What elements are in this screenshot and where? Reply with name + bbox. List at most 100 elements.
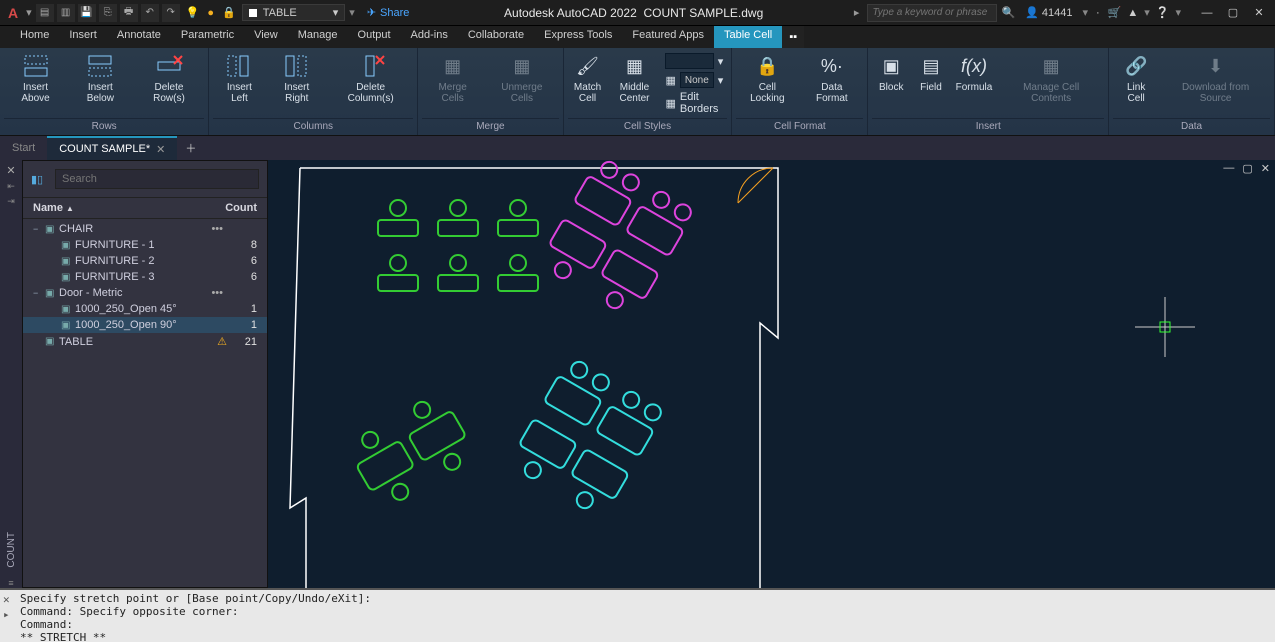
data-format-button[interactable]: %·Data Format [800, 50, 863, 106]
filter-icon[interactable]: ▮▯ [31, 173, 49, 186]
document-tabs: Start COUNT SAMPLE* ✕ ＋ [0, 136, 1275, 160]
cmd-close-icon[interactable]: ✕ [3, 593, 10, 606]
tab-insert[interactable]: Insert [59, 26, 107, 48]
tab-collaborate[interactable]: Collaborate [458, 26, 534, 48]
new-tab-button[interactable]: ＋ [177, 136, 204, 160]
cell-locking-button[interactable]: 🔒Cell Locking [736, 50, 798, 106]
qat-undo-icon[interactable]: ↶ [141, 4, 159, 22]
match-cell-icon: 🖌 [573, 52, 603, 80]
tree-row[interactable]: ▣1000_250_Open 90°1 [23, 317, 267, 333]
minimize-button[interactable]: — [1195, 4, 1219, 22]
share-button[interactable]: ✈ Share [359, 6, 418, 19]
ribbon-toggle-icon[interactable]: ▪▪ [782, 26, 804, 48]
link-icon: 🔗 [1121, 52, 1151, 80]
window-title: Autodesk AutoCAD 2022 COUNT SAMPLE.dwg [421, 6, 846, 20]
panel-data: 🔗Link Cell ⬇Download from Source Data [1109, 48, 1275, 135]
tree-row[interactable]: ▣FURNITURE - 18 [23, 237, 267, 253]
tree-row[interactable]: ▣1000_250_Open 45°1 [23, 301, 267, 317]
block-icon: ▣ [876, 52, 906, 80]
help-search-input[interactable] [867, 4, 997, 22]
bgcolor-dropdown[interactable]: ▾ [663, 52, 725, 70]
edit-borders-button[interactable]: ▦Edit Borders [663, 90, 725, 116]
insert-left-button[interactable]: Insert Left [213, 50, 265, 106]
canvas-close-icon[interactable]: ✕ [1258, 162, 1273, 175]
tab-document[interactable]: COUNT SAMPLE* ✕ [47, 136, 177, 160]
close-button[interactable]: ✕ [1247, 4, 1271, 22]
palette-close-icon[interactable]: ✕ [6, 164, 15, 177]
manage-icon: ▦ [1036, 52, 1066, 80]
search-icon[interactable]: 🔍 [1001, 6, 1015, 19]
delete-rows-button[interactable]: Delete Row(s) [134, 50, 205, 106]
count-palette: ▮▯ Name▲ Count −▣CHAIR•••▣FURNITURE - 18… [22, 160, 268, 588]
title-bar: A ▾ ▤ ▥ 💾 ⎘ 🖶 ↶ ↷ 💡 ● 🔒 TABLE ▾ ▾ ✈ Shar… [0, 0, 1275, 26]
tab-tablecell[interactable]: Table Cell [714, 26, 782, 48]
panel-merge: ▦Merge Cells ▦Unmerge Cells Merge [418, 48, 563, 135]
tab-view[interactable]: View [244, 26, 288, 48]
field-button[interactable]: ▤Field [912, 50, 950, 95]
layer-dropdown[interactable]: TABLE ▾ [242, 4, 346, 21]
palette-anchor-icon[interactable]: ⇤ [7, 181, 15, 192]
insert-right-button[interactable]: Insert Right [267, 50, 326, 106]
block-button[interactable]: ▣Block [872, 50, 910, 95]
cellstyle-dropdown[interactable]: ▦None▾ [663, 71, 725, 89]
help-icon[interactable]: ❔ [1156, 6, 1170, 19]
insert-above-button[interactable]: Insert Above [4, 50, 67, 106]
match-cell-button[interactable]: 🖌Match Cell [568, 50, 608, 106]
tree-row[interactable]: −▣Door - Metric••• [23, 285, 267, 301]
palette-anchor2-icon[interactable]: ⇥ [7, 196, 15, 207]
merge-icon: ▦ [438, 52, 468, 80]
maximize-button[interactable]: ▢ [1221, 4, 1245, 22]
lock-icon[interactable]: 🔒 [220, 6, 238, 19]
delete-cols-button[interactable]: Delete Column(s) [328, 50, 413, 106]
tree-row[interactable]: −▣CHAIR••• [23, 221, 267, 237]
tab-annotate[interactable]: Annotate [107, 26, 171, 48]
user-icon: 👤 [1025, 6, 1039, 19]
palette-menu-icon[interactable]: ≡ [8, 578, 13, 588]
tree-row[interactable]: ▣FURNITURE - 36 [23, 269, 267, 285]
link-cell-button[interactable]: 🔗Link Cell [1113, 50, 1159, 106]
field-icon: ▤ [916, 52, 946, 80]
drawing-canvas[interactable]: — ▢ ✕ [268, 160, 1275, 588]
unmerge-cells-button: ▦Unmerge Cells [485, 50, 559, 106]
qat-open-icon[interactable]: ▥ [57, 4, 75, 22]
palette-title[interactable]: COUNT [4, 526, 19, 574]
format-icon: %· [817, 52, 847, 80]
tab-output[interactable]: Output [348, 26, 401, 48]
palette-header[interactable]: Name▲ Count [23, 197, 267, 219]
formula-button[interactable]: f(x)Formula [952, 50, 996, 95]
tab-addins[interactable]: Add-ins [401, 26, 458, 48]
download-button: ⬇Download from Source [1161, 50, 1270, 106]
tab-home[interactable]: Home [10, 26, 59, 48]
insert-right-icon [282, 52, 312, 80]
qat-plot-icon[interactable]: 🖶 [120, 4, 138, 22]
search-input[interactable] [55, 169, 259, 189]
panel-cellformat: 🔒Cell Locking %·Data Format Cell Format [732, 48, 868, 135]
tab-express[interactable]: Express Tools [534, 26, 622, 48]
qat-redo-icon[interactable]: ↷ [162, 4, 180, 22]
tab-manage[interactable]: Manage [288, 26, 348, 48]
tree-row[interactable]: ▣TABLE⚠21 [23, 333, 267, 350]
user-account[interactable]: 👤 41441 [1021, 6, 1076, 19]
close-tab-icon[interactable]: ✕ [156, 143, 165, 156]
command-line[interactable]: ✕ ▸ Specify stretch point or [Base point… [0, 588, 1275, 642]
insert-below-icon [85, 52, 115, 80]
cmd-arrow-icon[interactable]: ▸ [3, 608, 10, 621]
lightbulb-icon[interactable]: 💡 [184, 6, 202, 19]
app-icon[interactable]: ▲ [1127, 7, 1138, 19]
cart-icon[interactable]: 🛒 [1108, 6, 1122, 19]
share-icon: ✈ [367, 6, 376, 19]
canvas-maximize-icon[interactable]: ▢ [1239, 162, 1255, 175]
qat-new-icon[interactable]: ▤ [36, 4, 54, 22]
alignment-button[interactable]: ▦Middle Center [609, 50, 659, 106]
qat-save-icon[interactable]: 💾 [78, 4, 96, 22]
insert-below-button[interactable]: Insert Below [69, 50, 132, 106]
merge-cells-button: ▦Merge Cells [422, 50, 483, 106]
tab-parametric[interactable]: Parametric [171, 26, 244, 48]
tab-start[interactable]: Start [0, 136, 47, 160]
delete-rows-icon [154, 52, 184, 80]
canvas-minimize-icon[interactable]: — [1220, 162, 1237, 175]
qat-saveas-icon[interactable]: ⎘ [99, 4, 117, 22]
tab-featured[interactable]: Featured Apps [622, 26, 714, 48]
tree-row[interactable]: ▣FURNITURE - 26 [23, 253, 267, 269]
bulb2-icon[interactable]: ● [205, 7, 216, 19]
